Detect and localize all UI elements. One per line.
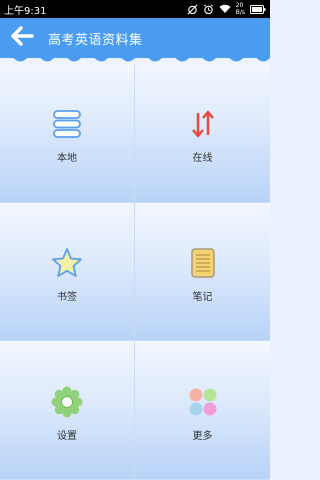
wifi-icon — [219, 4, 231, 14]
menu-item-notes[interactable]: 笔记 — [135, 202, 270, 342]
network-speed-value: 20 — [235, 2, 244, 9]
back-arrow-icon — [10, 26, 34, 50]
alarm-icon — [203, 4, 214, 15]
menu-item-label: 笔记 — [192, 291, 213, 303]
page-title: 高考英语资料集 — [48, 32, 143, 48]
status-time: 上午9:31 — [4, 5, 47, 17]
transfer-arrows-icon — [186, 107, 220, 141]
menu-item-label: 更多 — [192, 430, 213, 442]
status-bar: 上午9:31 20 B/s — [0, 0, 270, 18]
menu-item-online[interactable]: 在线 — [135, 64, 270, 203]
network-speed: 20 B/s — [236, 2, 245, 16]
menu-grid: 本地 在线 书签 笔记 设置 更多 — [0, 64, 270, 480]
menu-item-label: 书签 — [57, 291, 77, 303]
alarm-off-icon — [187, 4, 198, 15]
battery-icon — [250, 4, 266, 14]
status-left: 上午9:31 — [4, 2, 46, 17]
menu-item-settings[interactable]: 设置 — [0, 341, 135, 480]
menu-item-more[interactable]: 更多 — [135, 341, 270, 480]
back-button[interactable] — [0, 18, 44, 58]
star-icon — [50, 246, 84, 280]
gear-icon — [50, 385, 84, 419]
menu-item-label: 在线 — [192, 153, 213, 165]
status-right: 20 B/s — [187, 2, 266, 16]
list-icon — [50, 107, 84, 141]
network-speed-unit: B/s — [235, 9, 245, 16]
menu-item-label: 设置 — [57, 430, 77, 442]
menu-item-bookmarks[interactable]: 书签 — [0, 202, 135, 342]
notepad-icon — [186, 246, 220, 280]
four-dots-icon — [186, 385, 220, 419]
menu-item-local[interactable]: 本地 — [0, 64, 135, 203]
app-bar: 高考英语资料集 — [0, 18, 270, 58]
menu-item-label: 本地 — [57, 153, 77, 165]
